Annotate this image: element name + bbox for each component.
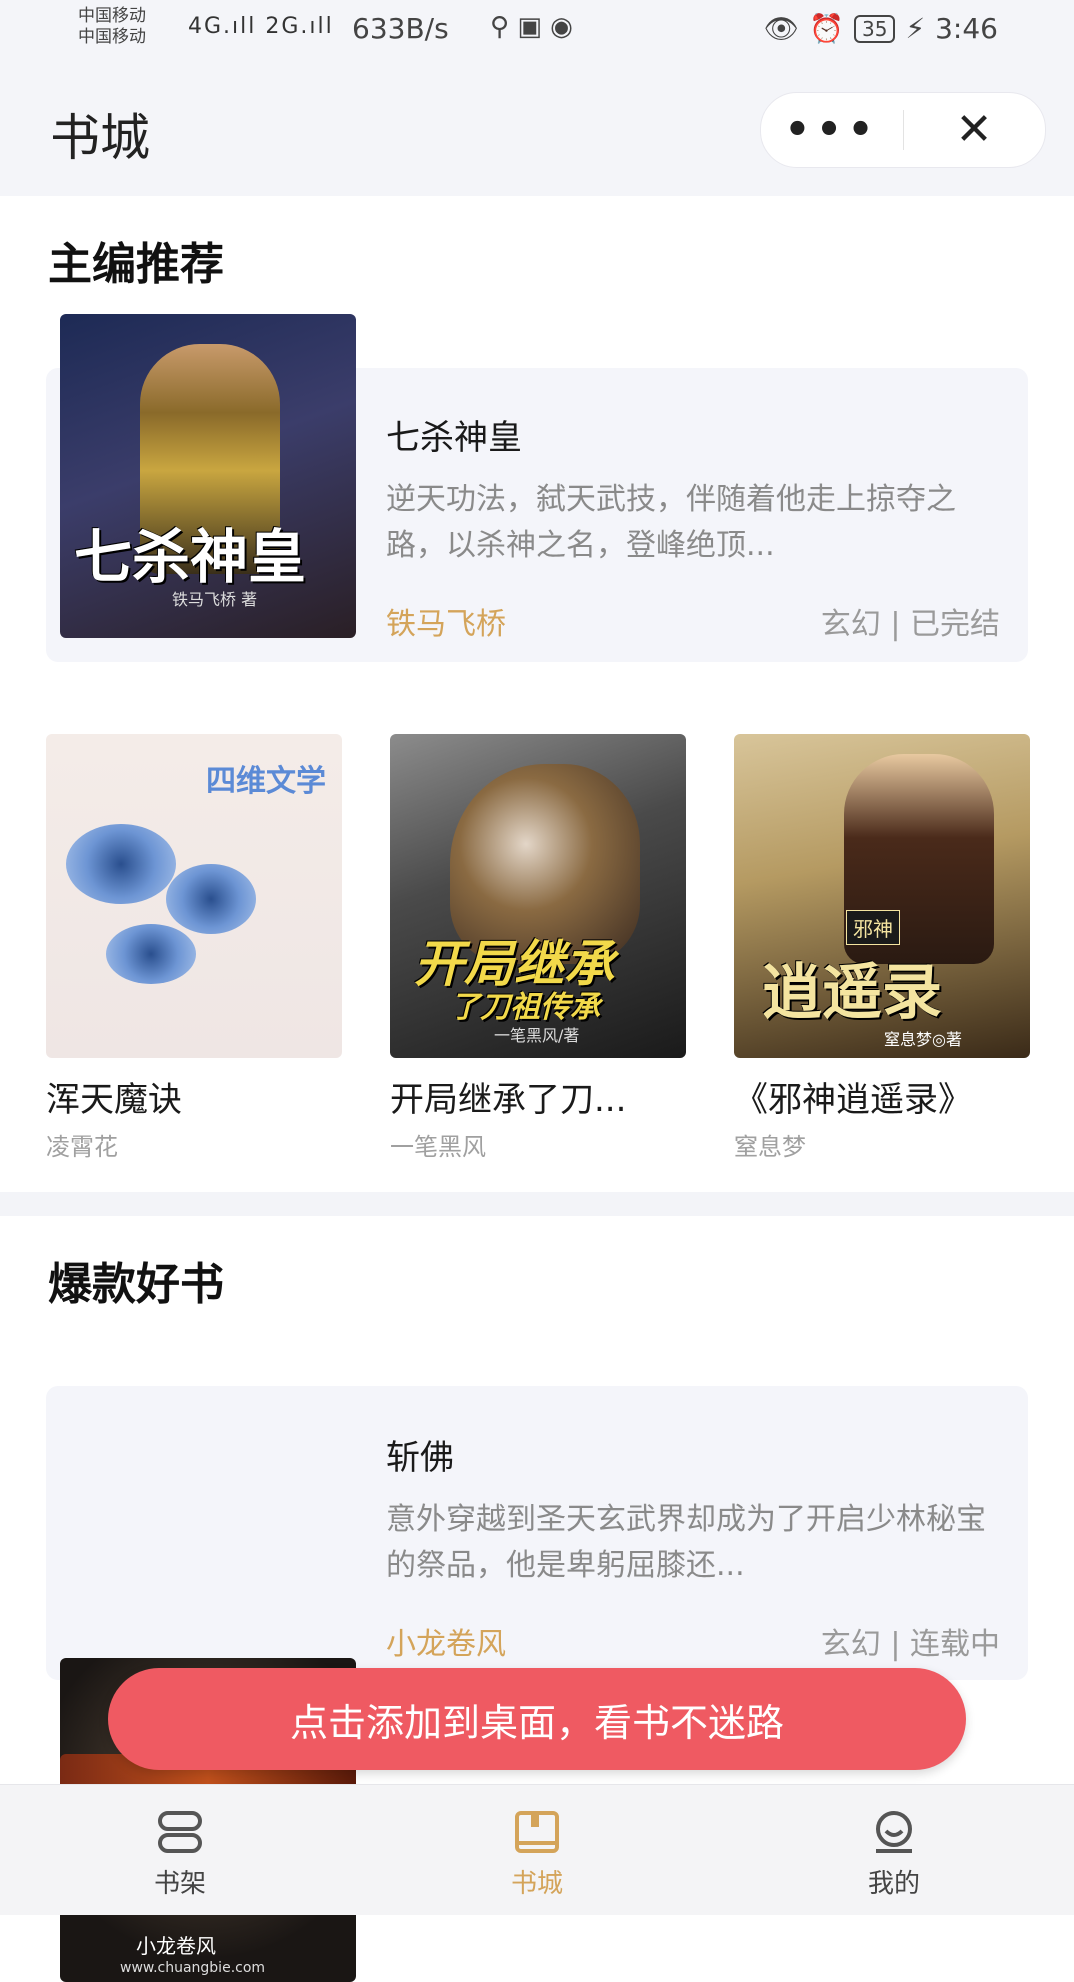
carrier-labels: 中国移动 中国移动 — [78, 6, 146, 48]
grid-book-title[interactable]: 开局继承了刀... — [390, 1072, 686, 1121]
carrier-2: 中国移动 — [78, 27, 146, 47]
tab-book-store[interactable]: 书城 — [437, 1809, 637, 1900]
eye-icon: 👁 — [763, 12, 800, 45]
grid-book-cover[interactable]: 四维文学 — [46, 734, 342, 1058]
cover-title-text: 七杀神皇 — [74, 523, 307, 591]
book-author: 小龙卷风 — [386, 1627, 506, 1662]
cover-logo-text: 四维文学 — [206, 764, 326, 799]
page-title: 书城 — [50, 109, 150, 167]
tab-label: 书城 — [510, 1869, 563, 1899]
book-tags: 玄幻 | 已完结 — [820, 607, 1000, 642]
book-meta: 小龙卷风 玄幻 | 连载中 — [386, 1619, 1000, 1662]
grid-book-cover[interactable]: 开局继承 了刀祖传承 一笔黑风/著 — [390, 734, 686, 1058]
book-store-icon — [515, 1811, 559, 1853]
grid-book-item[interactable]: 邪神 逍遥录 窒息梦◎著 《邪神逍遥录》 窒息梦 — [734, 734, 1030, 1162]
cover-author-text: 铁马飞桥 著 — [172, 590, 258, 609]
book-title[interactable]: 斩佛 — [386, 1430, 1000, 1479]
featured-book-info: 七杀神皇 逆天功法，弑天武技，伴随着他走上掠夺之路，以杀神之名，登峰绝顶... … — [386, 410, 1000, 642]
grid-book-author: 窒息梦 — [734, 1133, 806, 1161]
clock-time: 3:46 — [935, 12, 998, 45]
grid-book-author: 一笔黑风 — [390, 1133, 486, 1161]
signal-icon: 4G.ıll 2G.ıll — [188, 14, 334, 39]
more-dots-icon[interactable]: ••• — [761, 93, 903, 167]
cover-author-text: 一笔黑风/著 — [494, 1026, 580, 1045]
grid-book-item[interactable]: 四维文学 浑天魔诀 凌霄花 — [46, 734, 342, 1162]
status-right: 👁 ⏰ 35 ⚡ 3:46 — [764, 12, 998, 45]
grid-book-author: 凌霄花 — [46, 1133, 118, 1161]
cover-subtitle-text: 了刀祖传承 — [450, 990, 600, 1025]
app-notification-icon: ▣ — [517, 12, 542, 42]
profile-icon — [876, 1811, 912, 1853]
book-description: 意外穿越到圣天玄武界却成为了开启少林秘宝的祭品，他是卑躬屈膝还... — [386, 1502, 986, 1583]
cover-url-text: www.chuangbie.com — [120, 1960, 266, 1976]
cover-flower — [106, 924, 196, 984]
title-bar: 书城 ••• ✕ — [0, 62, 1074, 196]
mini-program-capsule: ••• ✕ — [760, 92, 1046, 168]
usb-icon: ⚲ — [490, 12, 510, 42]
cover-title-text: 逍遥录 — [762, 958, 942, 1028]
tab-label: 我的 — [867, 1869, 920, 1899]
bottom-tab-bar: 书架 书城 我的 — [0, 1784, 1074, 1915]
tab-bookshelf[interactable]: 书架 — [80, 1809, 280, 1900]
featured-book-info: 斩佛 意外穿越到圣天玄武界却成为了开启少林秘宝的祭品，他是卑躬屈膝还... 小龙… — [386, 1430, 1000, 1662]
book-tags: 玄幻 | 连载中 — [820, 1627, 1000, 1662]
cover-badge-text: 邪神 — [846, 910, 900, 945]
grid-book-title[interactable]: 浑天魔诀 — [46, 1072, 342, 1121]
cover-author-text: 小龙卷风 — [136, 1934, 216, 1958]
grid-book-cover[interactable]: 邪神 逍遥录 窒息梦◎著 — [734, 734, 1030, 1058]
battery-indicator: 35 — [853, 14, 896, 43]
book-title[interactable]: 七杀神皇 — [386, 410, 1000, 459]
tab-label: 书架 — [153, 1869, 206, 1899]
carrier-1: 中国移动 — [78, 6, 146, 26]
book-meta: 铁马飞桥 玄幻 | 已完结 — [386, 599, 1000, 642]
tab-profile[interactable]: 我的 — [794, 1809, 994, 1900]
bookshelf-icon — [158, 1811, 202, 1853]
add-to-desktop-banner[interactable]: 点击添加到桌面，看书不迷路 — [108, 1668, 966, 1770]
grid-book-title[interactable]: 《邪神逍遥录》 — [734, 1072, 1030, 1121]
charging-icon: ⚡ — [905, 12, 926, 45]
book-description: 逆天功法，弑天武技，伴随着他走上掠夺之路，以杀神之名，登峰绝顶... — [386, 482, 956, 563]
close-icon[interactable]: ✕ — [904, 93, 1044, 167]
cover-flower — [166, 864, 256, 934]
network-speed: 633B/s — [352, 12, 449, 45]
status-bar: 中国移动 中国移动 4G.ıll 2G.ıll 633B/s ⚲ ▣ ◉ 👁 ⏰… — [0, 0, 1074, 62]
section-title-editor-picks: 主编推荐 — [48, 239, 224, 290]
send-icon: ◉ — [550, 12, 573, 42]
section-title-hot-books: 爆款好书 — [48, 1259, 224, 1310]
cover-flower — [66, 824, 176, 904]
section-divider — [0, 1192, 1074, 1216]
notification-icons: ⚲ ▣ ◉ — [490, 12, 573, 42]
featured-book-cover[interactable]: 七杀神皇 铁马飞桥 著 — [60, 314, 356, 638]
cover-author-text: 窒息梦◎著 — [884, 1030, 962, 1049]
book-author: 铁马飞桥 — [386, 607, 506, 642]
alarm-icon: ⏰ — [809, 12, 844, 45]
grid-book-item[interactable]: 开局继承 了刀祖传承 一笔黑风/著 开局继承了刀... 一笔黑风 — [390, 734, 686, 1162]
